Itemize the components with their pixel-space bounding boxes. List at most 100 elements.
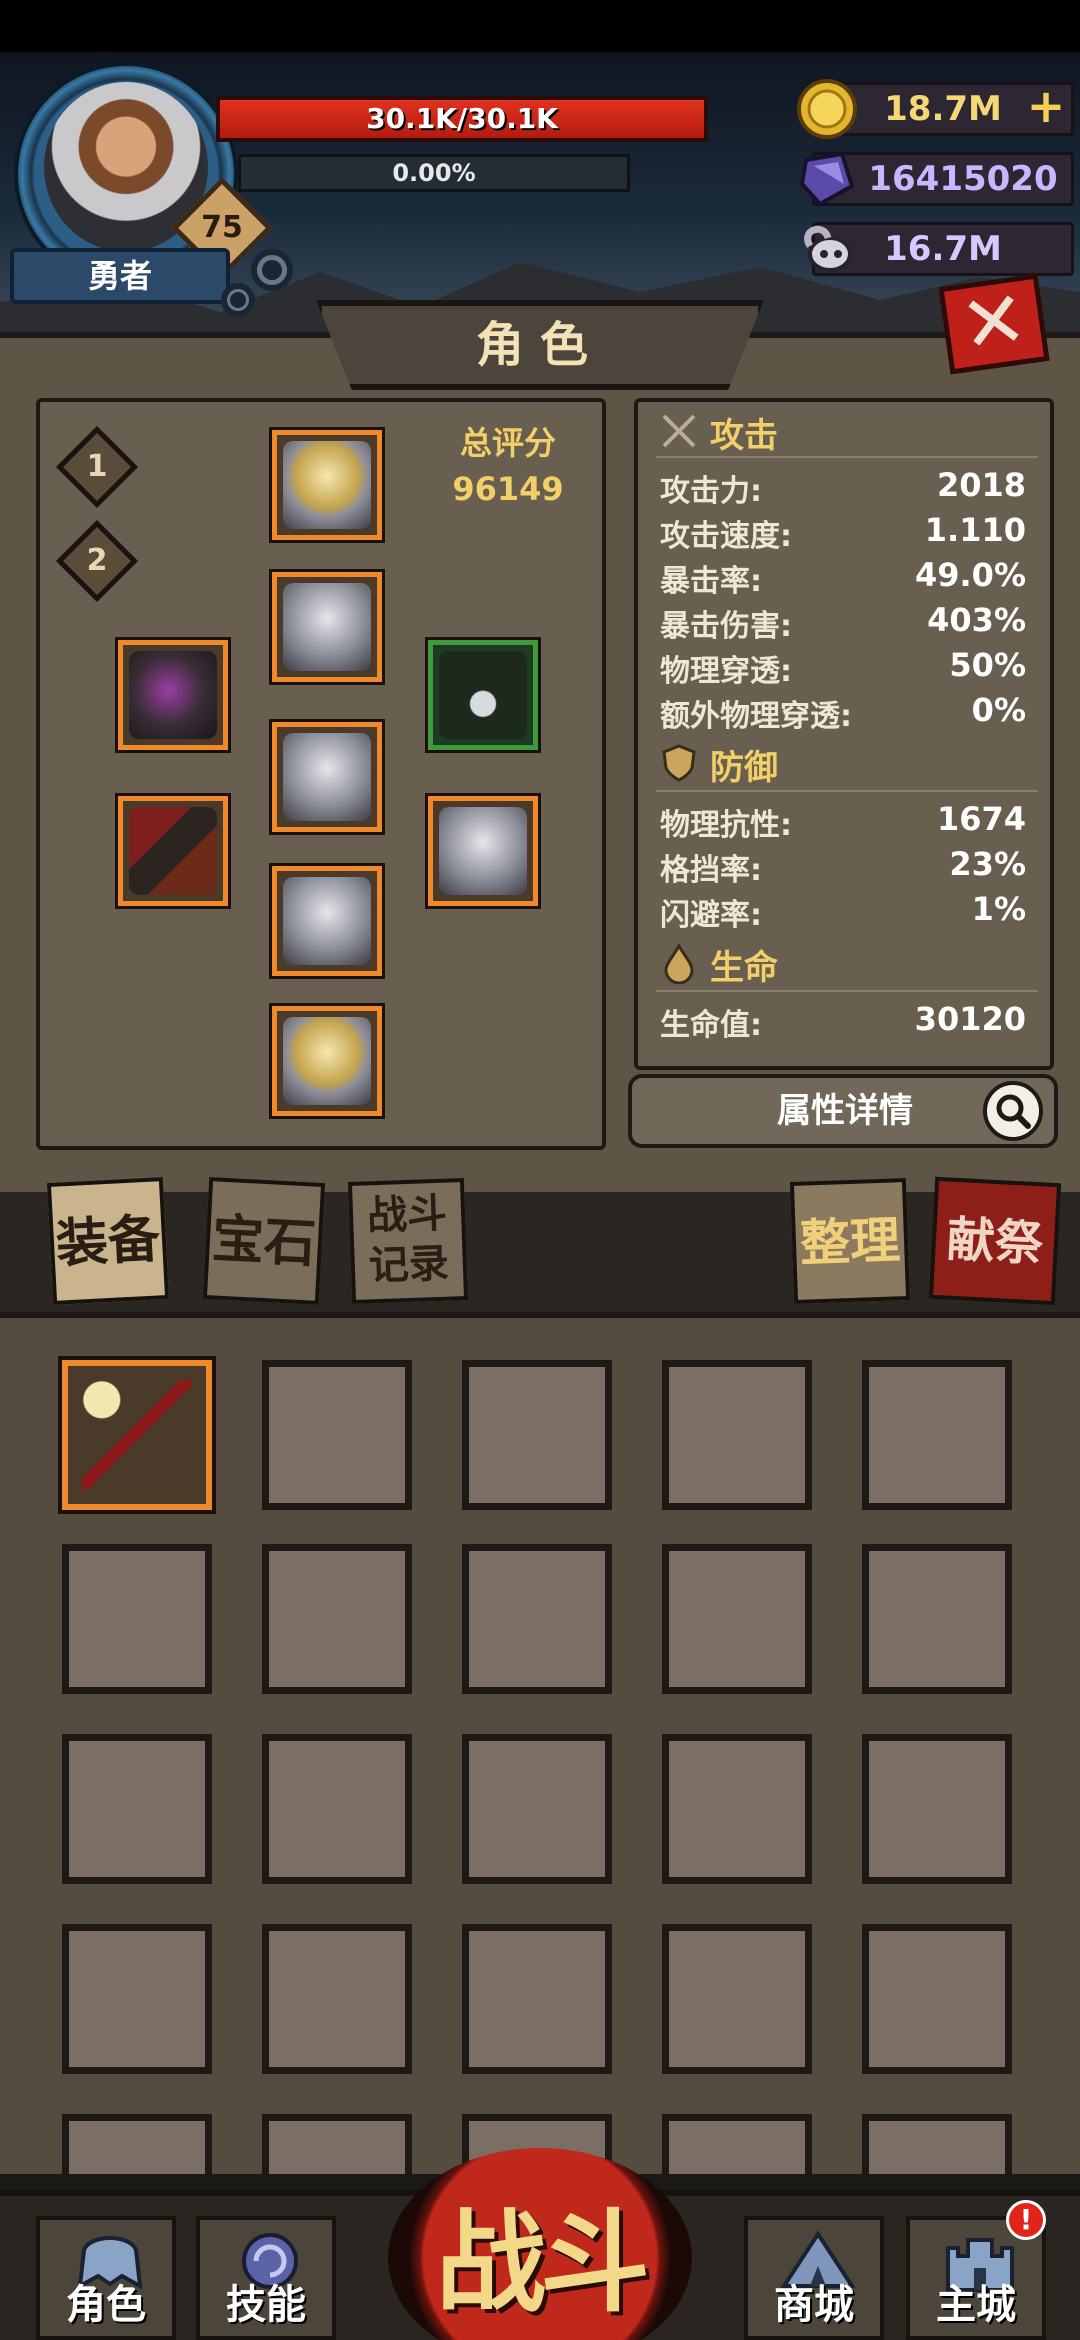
stat-name: 额外物理穿透: xyxy=(660,699,852,734)
nav-character-label: 角色 xyxy=(66,2282,146,2328)
stat-value: 30120 xyxy=(914,1000,1026,1038)
stat-value: 23% xyxy=(949,845,1026,883)
nav-skills-label: 技能 xyxy=(226,2282,306,2328)
amulet-icon xyxy=(439,651,527,739)
nav-skills-button[interactable]: 技能 xyxy=(196,2216,336,2340)
inventory-slot[interactable] xyxy=(262,2114,412,2174)
inventory-slot[interactable] xyxy=(862,1544,1012,1694)
inventory-slot[interactable] xyxy=(662,1734,812,1884)
axe-weapon-icon xyxy=(129,807,217,895)
inventory-slot[interactable] xyxy=(862,1360,1012,1510)
status-bar xyxy=(0,0,1080,52)
nav-shop-label: 商城 xyxy=(774,2282,854,2328)
stat-value: 49.0% xyxy=(914,556,1026,594)
sacrifice-button[interactable]: 献祭 xyxy=(928,1176,1062,1306)
loadout-tab-2-label[interactable]: 2 xyxy=(68,532,126,590)
tab-battle-record-line2: 记录 xyxy=(368,1240,450,1290)
add-gold-button[interactable]: + xyxy=(1022,83,1070,132)
stat-name: 物理抗性: xyxy=(660,808,792,843)
divider xyxy=(656,456,1038,458)
stat-value: 50% xyxy=(949,646,1026,684)
inventory-slot[interactable] xyxy=(862,1734,1012,1884)
battle-label[interactable]: 战斗 xyxy=(388,2168,692,2340)
inventory-slot[interactable] xyxy=(462,1544,612,1694)
magnifier-icon[interactable] xyxy=(982,1080,1044,1142)
crystal-icon xyxy=(799,151,855,207)
weapon-slot[interactable] xyxy=(118,796,228,906)
attack-section-title: 攻击 xyxy=(710,416,778,456)
hp-text: 30.1K/30.1K xyxy=(366,102,558,135)
nav-main-city-label: 主城 xyxy=(936,2282,1016,2328)
boots-icon xyxy=(283,1017,371,1105)
total-score-value: 96149 xyxy=(452,470,564,508)
inventory-slot[interactable] xyxy=(862,2114,1012,2174)
greaves-icon xyxy=(283,877,371,965)
leg-slot[interactable] xyxy=(272,866,382,976)
stat-name: 攻击速度: xyxy=(660,519,792,554)
exp-text: 0.00% xyxy=(392,159,476,187)
shield-icon xyxy=(662,744,696,782)
tab-equipment[interactable]: 装备 xyxy=(46,1177,170,1305)
stat-name: 物理穿透: xyxy=(660,654,792,689)
inventory-slot[interactable] xyxy=(262,1734,412,1884)
stat-name: 闪避率: xyxy=(660,898,762,933)
attribute-detail-label[interactable]: 属性详情 xyxy=(720,1074,970,1148)
inventory-slot[interactable] xyxy=(62,2114,212,2174)
boots-slot[interactable] xyxy=(272,1006,382,1116)
spear-weapon-icon xyxy=(82,1380,192,1490)
tab-battle-record[interactable]: 战斗 记录 xyxy=(347,1178,469,1304)
crossed-swords-icon xyxy=(662,414,696,448)
nav-shop-button[interactable]: 商城 xyxy=(744,2216,884,2340)
inventory-slot[interactable] xyxy=(462,1360,612,1510)
belt-slot[interactable] xyxy=(272,722,382,832)
defense-section-title: 防御 xyxy=(710,748,778,788)
stat-name: 攻击力: xyxy=(660,474,762,509)
inventory-grid xyxy=(0,1312,1080,2174)
inventory-slot[interactable] xyxy=(262,1924,412,2074)
divider xyxy=(656,790,1038,792)
inventory-slot[interactable] xyxy=(662,1924,812,2074)
blood-drop-icon xyxy=(664,943,694,984)
stat-value: 403% xyxy=(927,601,1026,639)
nav-character-button[interactable]: 角色 xyxy=(36,2216,176,2340)
stat-value: 2018 xyxy=(936,466,1026,504)
inventory-slot[interactable] xyxy=(62,1924,212,2074)
ring-slot[interactable] xyxy=(118,640,228,750)
page-title: 角色 xyxy=(475,317,604,373)
gloves-slot[interactable] xyxy=(428,796,538,906)
sort-button[interactable]: 整理 xyxy=(789,1178,911,1304)
inventory-slot[interactable] xyxy=(662,1360,812,1510)
stat-name: 暴击伤害: xyxy=(660,609,792,644)
settings-gear-icon[interactable] xyxy=(212,238,302,328)
stat-value: 0% xyxy=(971,691,1026,729)
belt-icon xyxy=(283,733,371,821)
tab-gems[interactable]: 宝石 xyxy=(202,1177,326,1305)
life-section-title: 生命 xyxy=(710,948,778,988)
inventory-slot[interactable] xyxy=(662,2114,812,2174)
inventory-slot[interactable] xyxy=(262,1544,412,1694)
stat-value: 1.110 xyxy=(924,511,1026,549)
gauntlet-icon xyxy=(439,807,527,895)
inventory-slot[interactable] xyxy=(62,1360,212,1510)
inventory-slot[interactable] xyxy=(62,1734,212,1884)
amulet-slot[interactable] xyxy=(428,640,538,750)
inventory-slot[interactable] xyxy=(62,1544,212,1694)
loadout-tab-1-label[interactable]: 1 xyxy=(68,438,126,496)
stat-name: 格挡率: xyxy=(660,853,762,888)
stat-value: 1% xyxy=(971,890,1026,928)
soul-amount: 16.7M xyxy=(884,229,1002,269)
inventory-slot[interactable] xyxy=(862,1924,1012,2074)
inventory-slot[interactable] xyxy=(462,1924,612,2074)
stat-name: 生命值: xyxy=(660,1008,762,1043)
armor-slot[interactable] xyxy=(272,572,382,682)
inventory-slot[interactable] xyxy=(662,1544,812,1694)
player-name: 勇者 xyxy=(10,248,230,304)
helmet-slot[interactable] xyxy=(272,430,382,540)
close-icon[interactable]: ✕ xyxy=(938,273,1049,374)
helmet-icon xyxy=(283,441,371,529)
divider xyxy=(656,990,1038,992)
tab-battle-record-line1: 战斗 xyxy=(366,1190,448,1240)
gem-amount: 16415020 xyxy=(868,159,1058,199)
inventory-slot[interactable] xyxy=(462,1734,612,1884)
inventory-slot[interactable] xyxy=(262,1360,412,1510)
